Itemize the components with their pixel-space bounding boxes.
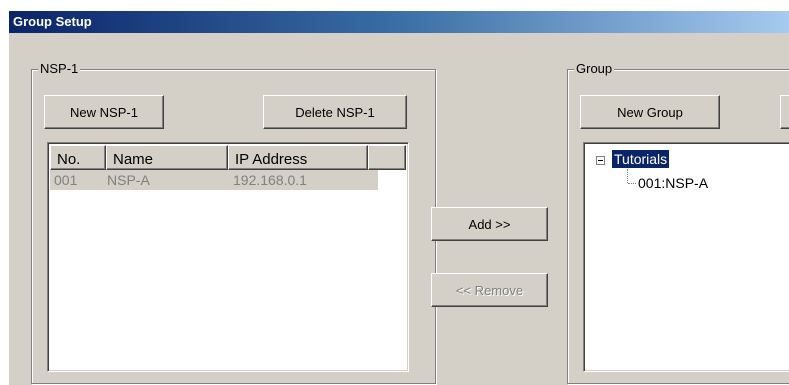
column-header-name[interactable]: Name [106,145,228,170]
group-groupbox: Group New Group Tutorials 001:NSP-A [567,61,789,384]
delete-group-button[interactable] [780,95,789,129]
group-groupbox-legend: Group [574,61,615,76]
window-title: Group Setup [13,14,92,29]
nsp-groupbox: NSP-1 New NSP-1 Delete NSP-1 No. Name IP… [31,61,436,384]
add-button[interactable]: Add >> [431,207,548,241]
cell-name: NSP-A [107,172,150,188]
new-group-button[interactable]: New Group [580,95,720,129]
column-header-filler [368,145,406,170]
tree-connector-line [627,169,628,183]
group-setup-window: Group Setup NSP-1 New NSP-1 Delete NSP-1… [8,10,789,385]
cell-ip-address: 192.168.0.1 [233,172,307,188]
nsp-groupbox-legend: NSP-1 [38,61,81,76]
group-tree-view[interactable]: Tutorials 001:NSP-A [583,142,789,372]
column-header-ip-address[interactable]: IP Address [228,145,368,170]
tree-node-tutorials[interactable]: Tutorials [612,150,670,168]
new-nsp-button[interactable]: New NSP-1 [44,95,164,129]
tree-connector-line [628,183,636,184]
nsp-list-view[interactable]: No. Name IP Address 001 NSP-A 192.168.0.… [47,142,409,372]
delete-nsp-button[interactable]: Delete NSP-1 [263,95,407,129]
collapse-icon[interactable] [596,156,605,165]
table-row[interactable]: 001 NSP-A 192.168.0.1 [50,170,378,190]
remove-button[interactable]: << Remove [431,273,548,307]
title-bar: Group Setup [9,11,789,33]
column-header-no[interactable]: No. [50,145,106,170]
cell-no: 001 [54,172,78,188]
tree-node-child[interactable]: 001:NSP-A [638,175,708,191]
